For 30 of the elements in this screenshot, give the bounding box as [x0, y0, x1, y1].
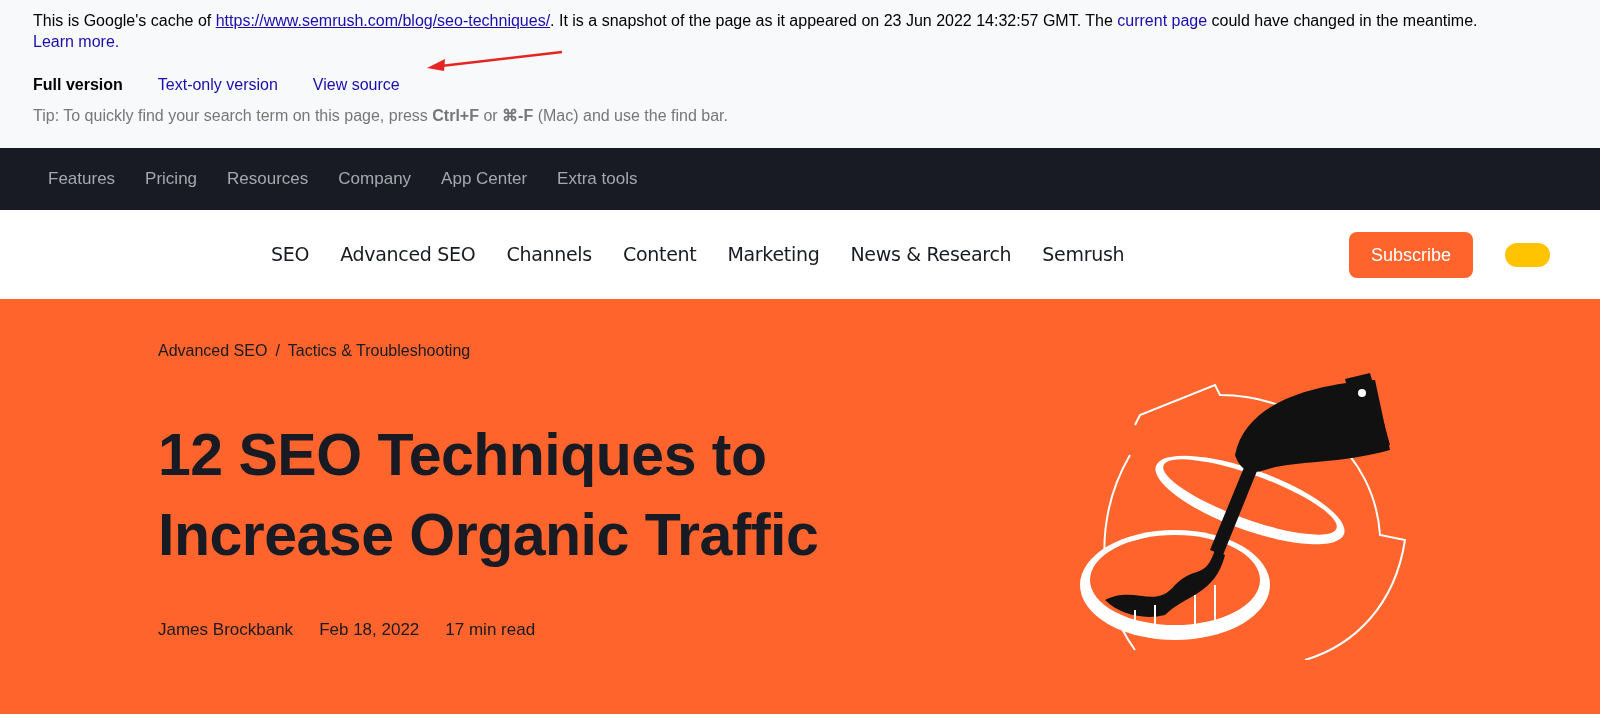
- url-link[interactable]: https://www.semrush.com/blog/seo-techniques/: [215, 12, 551, 29]
- loading-placeholder: [1505, 243, 1550, 267]
- article-title: 12 SEO Techniques to: [158, 421, 768, 490]
- nav-link[interactable]: Channels: [506, 240, 592, 269]
- nav-link[interactable]: SEO: [271, 240, 310, 269]
- nav-link[interactable]: Pricing: [145, 166, 198, 192]
- article-meta: Feb 18, 2022: [319, 619, 420, 641]
- text-link[interactable]: Learn more.: [33, 33, 120, 50]
- nav-link[interactable]: Company: [338, 166, 412, 192]
- nav-link[interactable]: Resources: [227, 166, 309, 192]
- breadcrumb-separator: /: [275, 341, 280, 361]
- nav-link[interactable]: Extra tools: [557, 166, 638, 192]
- article-meta: James Brockbank: [158, 619, 294, 641]
- version-link[interactable]: Text-only version: [157, 74, 278, 95]
- version-link[interactable]: View source: [312, 74, 400, 95]
- nav-link[interactable]: Content: [622, 240, 697, 269]
- breadcrumb-link[interactable]: Advanced SEO: [158, 339, 268, 363]
- text-link[interactable]: current page: [1117, 12, 1208, 29]
- nav-link[interactable]: App Center: [441, 166, 528, 192]
- breadcrumb-link[interactable]: Tactics & Troubleshooting: [287, 339, 471, 363]
- nav-link[interactable]: Semrush: [1042, 240, 1125, 269]
- nav-link[interactable]: Advanced SEO: [340, 240, 476, 269]
- nav-link[interactable]: News & Research: [850, 240, 1012, 269]
- nav-link[interactable]: Features: [48, 166, 116, 192]
- cache-notice: This is Google's cache of https://www.semrush.com/blog/seo-techniques/. It is a snapshot of the page as it appeared on 23 Jun 2022 14:32:57 GMT. The current page could have changed in the meantime. Learn more.: [33, 11, 1479, 52]
- article-meta: 17 min read: [445, 619, 536, 641]
- article-title: Increase Organic Traffic: [158, 501, 820, 570]
- nav-link[interactable]: Marketing: [727, 240, 820, 269]
- search-tip: Tip: To quickly find your search term on this page, press Ctrl+F or ⌘-F (Mac) and use the find bar.: [33, 106, 729, 126]
- current-version-label: Full version: [33, 75, 123, 95]
